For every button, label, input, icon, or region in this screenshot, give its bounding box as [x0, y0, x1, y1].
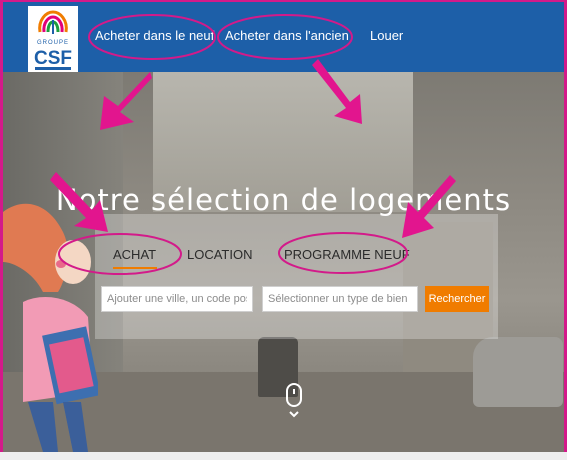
- tab-achat[interactable]: ACHAT: [113, 247, 156, 262]
- hero-sofa-decor: [473, 337, 563, 407]
- logo-group-text: GROUPE: [37, 40, 69, 46]
- tab-programme-neuf[interactable]: PROGRAMME NEUF: [284, 247, 410, 262]
- nav-buy-old[interactable]: Acheter dans l'ancien: [225, 27, 349, 45]
- mouse-scroll-icon[interactable]: [285, 383, 303, 423]
- active-tab-indicator: [113, 267, 157, 269]
- tab-location[interactable]: LOCATION: [187, 247, 253, 262]
- hero-title: Notre sélection de logements: [55, 183, 512, 218]
- nav-buy-new[interactable]: Acheter dans le neuf: [95, 27, 214, 45]
- search-button[interactable]: Rechercher: [425, 286, 489, 312]
- csf-logo[interactable]: GROUPE CSF: [28, 6, 78, 72]
- bottom-strip: [0, 452, 567, 460]
- csf-tree-logo-icon: [38, 10, 68, 34]
- hero-banner: Notre sélection de logements ACHAT LOCAT…: [3, 72, 564, 452]
- property-type-select[interactable]: [262, 286, 418, 312]
- location-search-input[interactable]: [101, 286, 253, 312]
- illustration-girl: [3, 203, 98, 452]
- top-header: GROUPE CSF Acheter dans le neuf Acheter …: [3, 2, 564, 72]
- search-panel: ACHAT LOCATION PROGRAMME NEUF Rechercher: [95, 214, 498, 339]
- logo-csf-text: CSF: [34, 48, 72, 69]
- nav-rent[interactable]: Louer: [370, 27, 403, 45]
